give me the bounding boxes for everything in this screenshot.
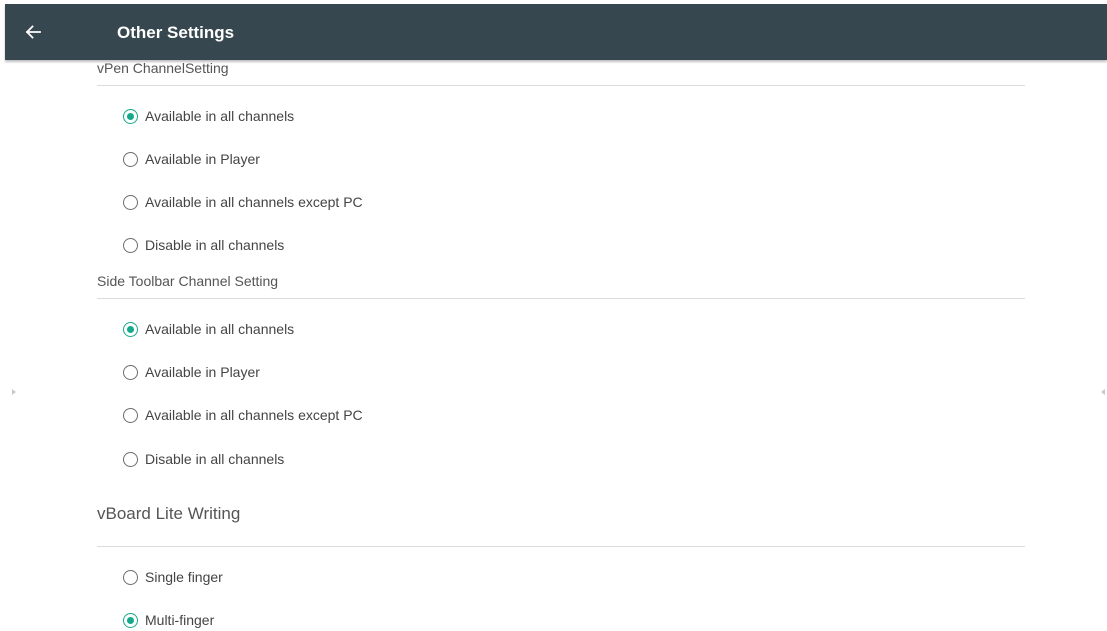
radio-label: Available in Player xyxy=(145,364,260,380)
radio-checked-icon[interactable] xyxy=(123,321,138,337)
radio-label: Multi-finger xyxy=(145,612,215,628)
radio-unchecked-icon[interactable] xyxy=(123,407,138,423)
radio-option-single-finger[interactable]: Single finger xyxy=(123,567,223,587)
radio-unchecked-icon[interactable] xyxy=(123,364,138,380)
radio-checked-icon[interactable] xyxy=(123,612,138,628)
radio-unchecked-icon[interactable] xyxy=(123,151,138,167)
radio-option-vpen-all-channels[interactable]: Available in all channels xyxy=(123,106,294,126)
radio-label: Available in Player xyxy=(145,151,260,167)
radio-option-toolbar-player[interactable]: Available in Player xyxy=(123,362,260,382)
radio-label: Disable in all channels xyxy=(145,237,285,253)
radio-option-toolbar-all-channels[interactable]: Available in all channels xyxy=(123,319,294,339)
section-header-vpen: vPen ChannelSetting xyxy=(97,60,1025,86)
radio-label: Available in all channels xyxy=(145,321,295,337)
radio-label: Available in all channels xyxy=(145,108,295,124)
settings-screen: vPen ChannelSetting Available in all cha… xyxy=(0,0,1107,631)
radio-label: Available in all channels except PC xyxy=(145,194,363,210)
section-header-vboard-lite: vBoard Lite Writing xyxy=(97,503,1025,547)
radio-option-vpen-player[interactable]: Available in Player xyxy=(123,149,260,169)
radio-checked-icon[interactable] xyxy=(123,108,138,124)
back-button[interactable] xyxy=(19,18,47,46)
app-bar: Other Settings xyxy=(5,4,1107,60)
right-edge-arrow-icon[interactable] xyxy=(1101,389,1105,395)
radio-option-toolbar-disable[interactable]: Disable in all channels xyxy=(123,449,284,469)
radio-unchecked-icon[interactable] xyxy=(123,451,138,467)
section-header-side-toolbar: Side Toolbar Channel Setting xyxy=(97,273,1025,299)
radio-label: Available in all channels except PC xyxy=(145,407,363,423)
left-edge-arrow-icon[interactable] xyxy=(12,389,16,395)
radio-option-vpen-except-pc[interactable]: Available in all channels except PC xyxy=(123,192,363,212)
radio-label: Disable in all channels xyxy=(145,451,285,467)
radio-label: Single finger xyxy=(145,569,223,585)
radio-option-multi-finger[interactable]: Multi-finger xyxy=(123,610,214,630)
arrow-left-icon xyxy=(25,25,41,39)
radio-option-toolbar-except-pc[interactable]: Available in all channels except PC xyxy=(123,405,363,425)
page-title: Other Settings xyxy=(117,23,235,42)
radio-option-vpen-disable[interactable]: Disable in all channels xyxy=(123,235,284,255)
radio-unchecked-icon[interactable] xyxy=(123,237,138,253)
radio-unchecked-icon[interactable] xyxy=(123,194,138,210)
radio-unchecked-icon[interactable] xyxy=(123,569,138,585)
